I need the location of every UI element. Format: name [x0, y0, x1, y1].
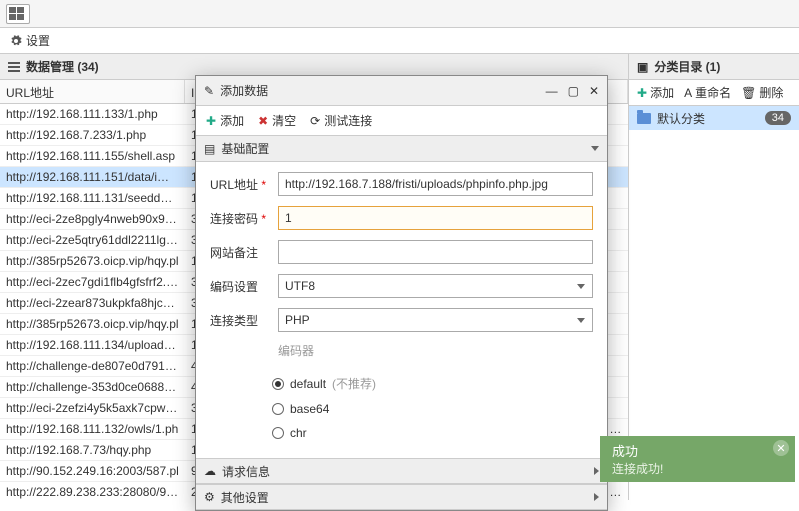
type-select[interactable] — [278, 308, 593, 332]
category-item-default[interactable]: 默认分类 34 — [629, 106, 799, 130]
add-category-button[interactable]: ✚添加 — [637, 84, 674, 101]
cell-url: http://192.168.111.133/1.php — [0, 105, 185, 123]
lbl-url: URL地址 * — [210, 176, 270, 193]
lbl-type: 连接类型 — [210, 312, 270, 329]
edit-icon: ✎ — [204, 84, 214, 98]
radio-chr[interactable]: chr — [272, 426, 593, 440]
category-panel: ▣ 分类目录 (1) ✚添加 A重命名 🗑删除 默认分类 34 — [629, 54, 799, 500]
section-base-config[interactable]: ▤基础配置 — [196, 136, 607, 162]
app-grid-icon[interactable] — [6, 4, 30, 24]
folder-icon — [637, 113, 651, 124]
category-label: 默认分类 — [657, 110, 705, 127]
radio-icon — [272, 403, 284, 415]
add-data-dialog: ✎添加数据 — ▢ ✕ ✚添加 ✖清空 ⟳测试连接 ▤基础配置 URL地址 * … — [195, 75, 608, 511]
cell-url: http://222.89.238.233:28080/99.p — [0, 483, 185, 500]
dialog-titlebar[interactable]: ✎ 添加数据 — ▢ ✕ — [196, 76, 607, 106]
cell-url: http://192.168.111.132/owls/1.ph — [0, 420, 185, 438]
chevron-down-icon — [591, 146, 599, 151]
cell-url: http://challenge-de807e0d791db4 — [0, 357, 185, 375]
cell-url: http://192.168.111.131/seeddms5 — [0, 189, 185, 207]
folder-icon: ▣ — [637, 60, 648, 74]
radio-base64[interactable]: base64 — [272, 402, 593, 416]
rename-category-button[interactable]: A重命名 — [684, 84, 731, 101]
category-count-badge: 34 — [765, 111, 791, 125]
cell-url: http://385rp52673.oicp.vip/hqy.pl — [0, 252, 185, 270]
settings-bar: 设置 — [0, 28, 799, 54]
cell-url: http://90.152.249.16:2003/587.pl — [0, 462, 185, 480]
cell-url: http://eci-2zefzi4y5k5axk7cpwgm. — [0, 399, 185, 417]
right-panel-header: ▣ 分类目录 (1) — [629, 54, 799, 80]
left-panel-title: 数据管理 (34) — [26, 58, 99, 75]
col-url[interactable]: URL地址 — [0, 80, 185, 103]
section-other-settings[interactable]: ⚙其他设置 — [196, 484, 607, 510]
delete-category-button[interactable]: 🗑删除 — [741, 84, 783, 101]
dlg-clear-button[interactable]: ✖清空 — [258, 112, 296, 129]
radio-default[interactable]: default (不推荐) — [272, 375, 593, 392]
doc-icon: ▤ — [204, 142, 215, 156]
close-icon[interactable]: ✕ — [589, 84, 599, 98]
cell-url: http://challenge-353d0ce0688ff1b — [0, 378, 185, 396]
dlg-test-button[interactable]: ⟳测试连接 — [310, 112, 372, 129]
lbl-pwd: 连接密码 * — [210, 210, 270, 227]
settings-label[interactable]: 设置 — [26, 32, 50, 49]
cloud-icon: ☁ — [204, 464, 216, 478]
cell-url: http://192.168.111.134/uploads/p — [0, 336, 185, 354]
gear-icon — [10, 35, 22, 47]
cell-url: http://eci-2zear873ukpkfa8hjcdj.c — [0, 294, 185, 312]
cell-url: http://192.168.7.233/1.php — [0, 126, 185, 144]
password-input[interactable] — [278, 206, 593, 230]
list-icon — [8, 62, 20, 72]
success-toast: 成功 连接成功! ✕ — [600, 436, 795, 482]
spinner-icon: ⟳ — [310, 114, 320, 128]
cell-url: http://eci-2ze5qtry61ddl2211lgs.c — [0, 231, 185, 249]
dlg-add-button[interactable]: ✚添加 — [206, 112, 244, 129]
top-toolbar — [0, 0, 799, 28]
cell-url: http://eci-2ze8pgly4nweb90x95op — [0, 210, 185, 228]
maximize-icon[interactable]: ▢ — [568, 84, 579, 98]
lbl-encoder: 编码器 — [278, 342, 314, 359]
dialog-toolbar: ✚添加 ✖清空 ⟳测试连接 — [196, 106, 607, 136]
toast-title: 成功 — [612, 441, 663, 460]
lbl-enc: 编码设置 — [210, 278, 270, 295]
note-input[interactable] — [278, 240, 593, 264]
dialog-title: 添加数据 — [220, 82, 268, 99]
chevron-right-icon — [594, 467, 599, 475]
toast-message: 连接成功! — [612, 460, 663, 477]
gear-icon: ⚙ — [204, 490, 215, 504]
category-toolbar: ✚添加 A重命名 🗑删除 — [629, 80, 799, 106]
encoding-select[interactable] — [278, 274, 593, 298]
section-request-info[interactable]: ☁请求信息 — [196, 458, 607, 484]
cell-url: http://385rp52673.oicp.vip/hqy.pl — [0, 315, 185, 333]
url-input[interactable] — [278, 172, 593, 196]
radio-icon — [272, 427, 284, 439]
radio-icon — [272, 378, 284, 390]
cell-url: http://192.168.111.155/shell.asp — [0, 147, 185, 165]
toast-close-button[interactable]: ✕ — [773, 440, 789, 456]
cell-url: http://192.168.7.73/hqy.php — [0, 441, 185, 459]
minimize-icon[interactable]: — — [546, 84, 558, 98]
chevron-down-icon — [577, 284, 585, 289]
chevron-down-icon — [577, 318, 585, 323]
cell-url: http://192.168.111.151/data/imag — [0, 168, 185, 186]
cell-url: http://eci-2zec7gdi1flb4gfsfrf2.clo — [0, 273, 185, 291]
right-panel-title: 分类目录 (1) — [654, 58, 720, 75]
lbl-note: 网站备注 — [210, 244, 270, 261]
